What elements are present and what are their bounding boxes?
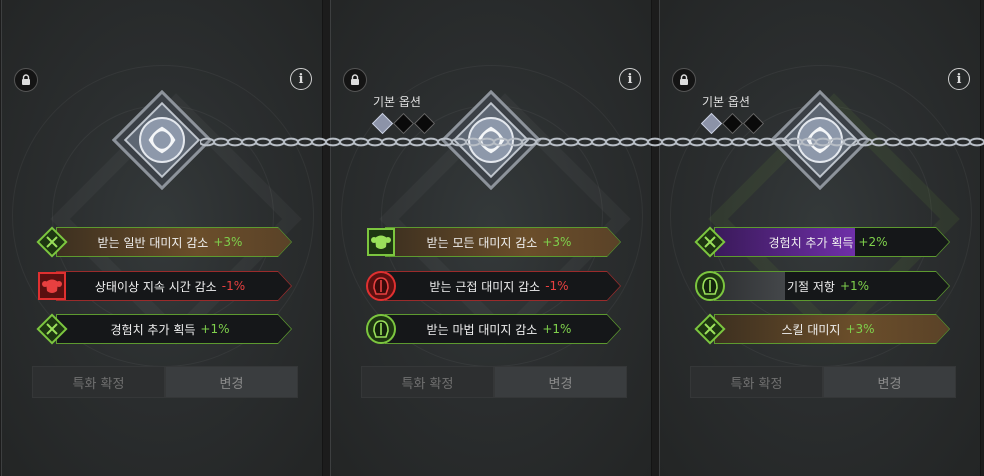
engraving-panel-2: i 기본 옵션 받는 모든 대미지 감소 +3% 받는 근접 대미지 감소 -1% (330, 0, 652, 476)
option-value: +1% (200, 322, 230, 336)
lock-icon[interactable] (672, 68, 696, 92)
info-icon[interactable]: i (619, 68, 641, 90)
option-label: 경험치 추가 획득 (768, 235, 854, 250)
lock-icon[interactable] (343, 68, 367, 92)
basic-option-label: 기본 옵션 (373, 95, 421, 109)
option-label: 받는 마법 대미지 감소 (426, 322, 538, 337)
pip-empty (721, 112, 744, 135)
option-row[interactable]: 받는 모든 대미지 감소 +3% (363, 224, 627, 260)
change-button[interactable]: 변경 (823, 366, 956, 398)
option-row[interactable]: 기절 저항 +1% (692, 268, 956, 304)
option-label: 상태이상 지속 시간 감소 (94, 279, 217, 294)
change-button[interactable]: 변경 (165, 366, 298, 398)
option-grade-pips (700, 112, 765, 135)
pip-filled (700, 112, 723, 135)
option-value: +3% (213, 235, 243, 249)
option-row[interactable]: 받는 마법 대미지 감소 +1% (363, 311, 627, 347)
option-value: +3% (542, 235, 572, 249)
option-value: -1% (545, 279, 569, 293)
option-value: +1% (839, 279, 870, 293)
chain-decoration (200, 136, 984, 148)
option-label: 받는 모든 대미지 감소 (426, 235, 538, 250)
lock-icon[interactable] (14, 68, 38, 92)
option-label: 받는 근접 대미지 감소 (429, 279, 541, 294)
info-icon[interactable]: i (948, 68, 970, 90)
confirm-specialization-button[interactable]: 특화 확정 (361, 366, 494, 398)
option-row[interactable]: 경험치 추가 획득 +1% (34, 311, 298, 347)
confirm-specialization-button[interactable]: 특화 확정 (690, 366, 823, 398)
pip-empty (392, 112, 415, 135)
option-label: 기절 저항 (786, 279, 835, 294)
pip-filled (371, 112, 394, 135)
option-row[interactable]: 스킬 대미지 +3% (692, 311, 956, 347)
change-button[interactable]: 변경 (494, 366, 627, 398)
option-value: +1% (542, 322, 572, 336)
engraving-panel-1: i 받는 일반 대미지 감소 +3% 상태이상 지속 시간 감소 -1% 경험치… (1, 0, 323, 476)
option-row[interactable]: 상태이상 지속 시간 감소 -1% (34, 268, 298, 304)
option-value: +2% (858, 235, 888, 249)
option-row[interactable]: 경험치 추가 획득 +2% (692, 224, 956, 260)
option-grade-pips (371, 112, 436, 135)
option-value: +3% (845, 322, 875, 336)
basic-option-label: 기본 옵션 (702, 95, 750, 109)
option-value: -1% (221, 279, 246, 293)
emblem-icon (112, 90, 212, 190)
pip-empty (742, 112, 765, 135)
option-label: 스킬 대미지 (781, 322, 841, 337)
option-label: 경험치 추가 획득 (110, 322, 196, 337)
option-label: 받는 일반 대미지 감소 (97, 235, 209, 250)
info-icon[interactable]: i (290, 68, 312, 90)
pip-empty (413, 112, 436, 135)
option-row[interactable]: 받는 근접 대미지 감소 -1% (363, 268, 627, 304)
option-row[interactable]: 받는 일반 대미지 감소 +3% (34, 224, 298, 260)
engraving-panel-3: i 기본 옵션 경험치 추가 획득 +2% 기절 저항 +1% 스킬 대미지 +… (659, 0, 981, 476)
confirm-specialization-button[interactable]: 특화 확정 (32, 366, 165, 398)
